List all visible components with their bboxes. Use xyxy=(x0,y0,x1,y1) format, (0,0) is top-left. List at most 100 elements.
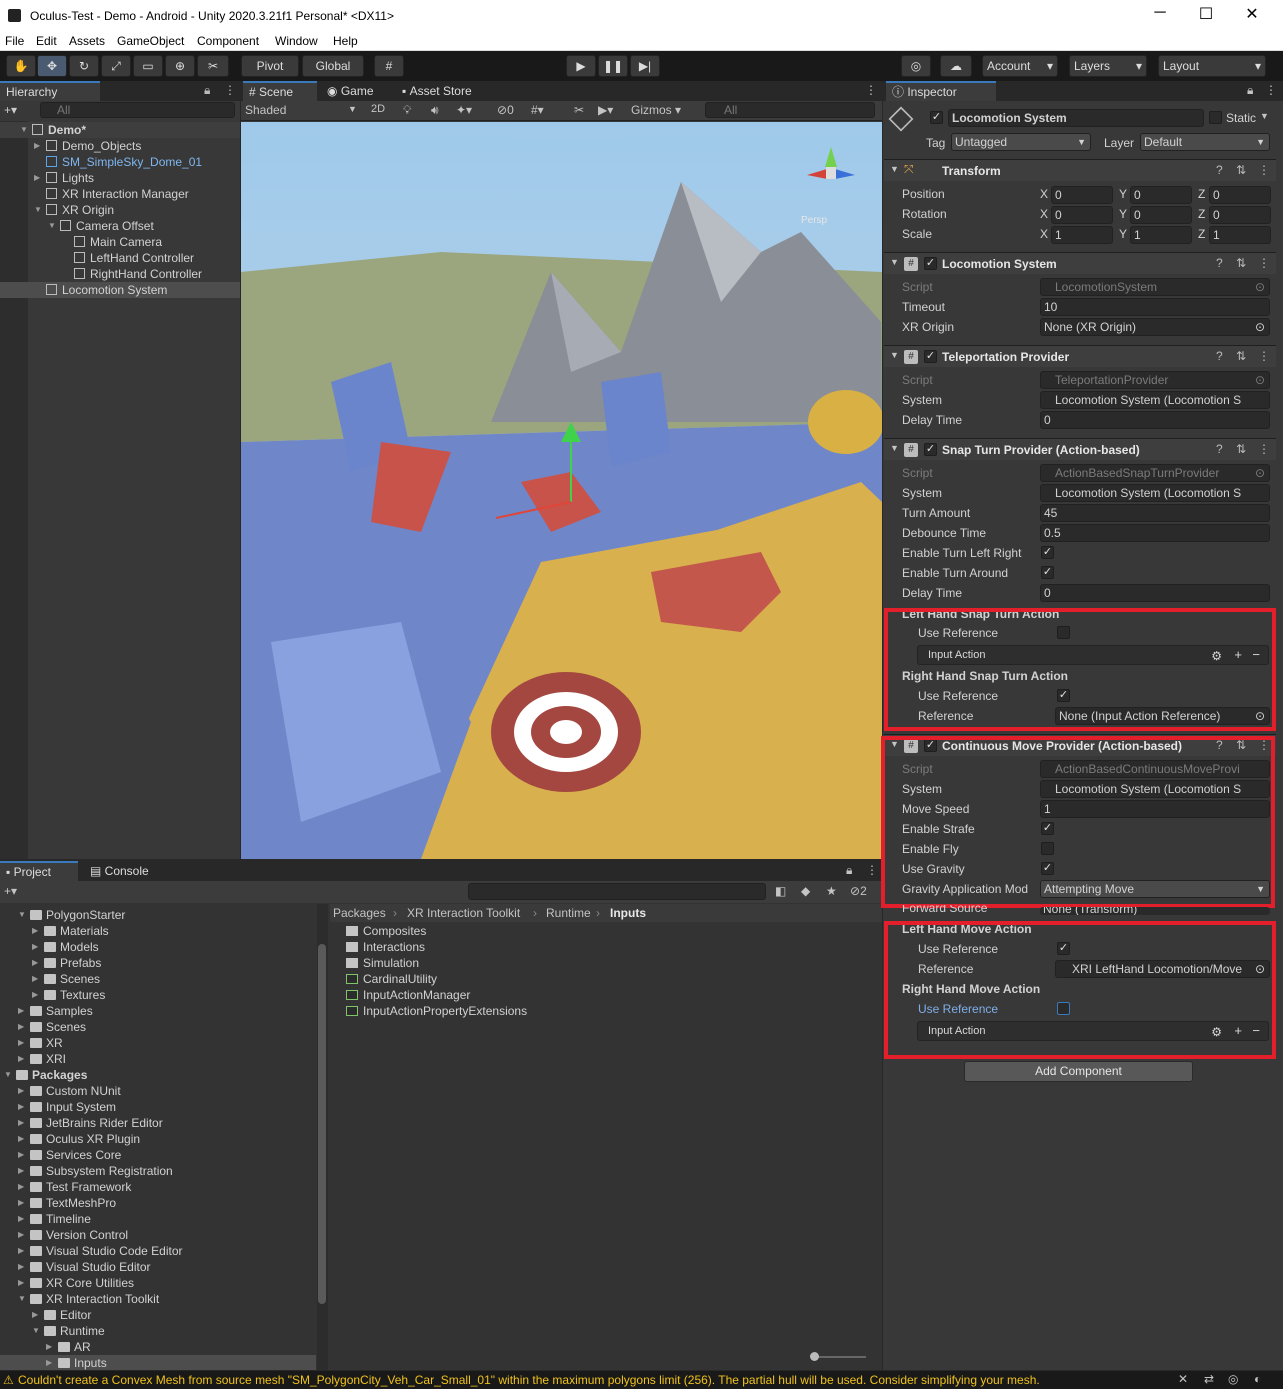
snap-turn-provider-header[interactable]: ▼ # ✓ Snap Turn Provider (Action-based) … xyxy=(884,438,1276,460)
project-tree-item[interactable]: ▶ XRI xyxy=(0,1051,316,1067)
hierarchy-item[interactable]: SM_SimpleSky_Dome_01 xyxy=(0,154,240,170)
y-value-input[interactable]: 1 xyxy=(1130,226,1192,244)
x-axis-label[interactable]: X xyxy=(1040,227,1048,241)
hierarchy-item[interactable]: ▶ Lights xyxy=(0,170,240,186)
enable-turn-lr-checkbox[interactable]: ✓ xyxy=(1041,546,1054,559)
chevron-down-icon[interactable]: ▼ xyxy=(1260,111,1269,121)
foldout-icon[interactable]: ▼ xyxy=(48,218,56,234)
add-component-button[interactable]: Add Component xyxy=(964,1061,1193,1082)
hand-tool-icon[interactable]: ✋ xyxy=(6,55,36,77)
lock-icon[interactable]: 🔒︎ xyxy=(204,83,210,98)
kebab-menu-icon[interactable]: ⋮ xyxy=(224,83,236,97)
project-tree-item[interactable]: ▶ Test Framework xyxy=(0,1179,316,1195)
help-icon[interactable]: ? xyxy=(1216,349,1223,363)
target-icon[interactable]: ◎ xyxy=(1228,1372,1238,1386)
tab-inspector[interactable]: ⓘ Inspector xyxy=(886,81,996,101)
project-tree-item[interactable]: ▶ Visual Studio Code Editor xyxy=(0,1243,316,1259)
hierarchy-item[interactable]: ▶ Demo_Objects xyxy=(0,138,240,154)
project-tree-item[interactable]: ▶ Oculus XR Plugin xyxy=(0,1131,316,1147)
grid-icon[interactable]: #▾ xyxy=(531,103,544,117)
x-axis-label[interactable]: X xyxy=(1040,187,1048,201)
hidden-packages-icon[interactable]: ⊘2 xyxy=(850,884,867,898)
kebab-menu-icon[interactable]: ⋮ xyxy=(1258,349,1270,363)
step-button[interactable]: ▶| xyxy=(630,55,660,77)
breadcrumb-item[interactable]: XR Interaction Toolkit xyxy=(407,906,520,920)
x-value-input[interactable]: 1 xyxy=(1051,226,1113,244)
menu-component[interactable]: Component xyxy=(197,34,259,48)
foldout-icon[interactable]: ▶ xyxy=(18,1131,24,1147)
foldout-icon[interactable]: ▶ xyxy=(46,1339,52,1355)
project-tree-item[interactable]: ▶ Visual Studio Editor xyxy=(0,1259,316,1275)
foldout-icon[interactable]: ▶ xyxy=(18,1083,24,1099)
tag-dropdown[interactable]: Untagged ▼ xyxy=(951,133,1091,151)
project-tree-item[interactable]: ▶ XR Core Utilities xyxy=(0,1275,316,1291)
foldout-icon[interactable]: ▼ xyxy=(890,443,899,453)
rotate-tool-icon[interactable]: ↻ xyxy=(69,55,99,77)
y-axis-label[interactable]: Y xyxy=(1119,187,1127,201)
bug-icon[interactable]: ✕ xyxy=(1178,1372,1188,1386)
foldout-icon[interactable]: ▼ xyxy=(18,907,26,923)
foldout-icon[interactable]: ▶ xyxy=(32,1307,38,1323)
scene-search-input[interactable]: All xyxy=(705,102,875,118)
project-tree-item[interactable]: ▶ Models xyxy=(0,939,316,955)
tab-console[interactable]: ▤ Console xyxy=(84,861,155,881)
zoom-slider[interactable] xyxy=(810,1352,866,1361)
help-icon[interactable]: ? xyxy=(1216,163,1223,177)
tab-project[interactable]: ▪ Project xyxy=(0,861,78,881)
tab-hierarchy[interactable]: Hierarchy xyxy=(0,81,100,101)
foldout-icon[interactable]: ▼ xyxy=(20,122,28,138)
project-tree-item[interactable]: ▶ TextMeshPro xyxy=(0,1195,316,1211)
grid-snap-icon[interactable]: # xyxy=(374,55,404,77)
system-field[interactable]: Locomotion System (Locomotion S xyxy=(1040,391,1270,409)
project-tree-item[interactable]: ▶ Materials xyxy=(0,923,316,939)
presets-icon[interactable]: ⇅ xyxy=(1236,163,1246,177)
hierarchy-item[interactable]: ▼ XR Origin xyxy=(0,202,240,218)
x-value-input[interactable]: 0 xyxy=(1051,186,1113,204)
enable-turn-around-checkbox[interactable]: ✓ xyxy=(1041,566,1054,579)
z-value-input[interactable]: 0 xyxy=(1209,186,1271,204)
scrollbar-thumb[interactable] xyxy=(318,944,326,1304)
presets-icon[interactable]: ⇅ xyxy=(1236,442,1246,456)
spinner-icon[interactable]: ◐ xyxy=(1254,1372,1261,1386)
help-icon[interactable]: ? xyxy=(1216,256,1223,270)
foldout-icon[interactable]: ▼ xyxy=(18,1291,26,1307)
foldout-icon[interactable]: ▼ xyxy=(32,1323,40,1339)
foldout-icon[interactable]: ▼ xyxy=(890,350,899,360)
delay-time-input[interactable]: 0 xyxy=(1040,584,1270,602)
account-dropdown[interactable]: Account ▾ xyxy=(982,55,1058,77)
layers-dropdown[interactable]: Layers ▾ xyxy=(1069,55,1147,77)
project-tree-item[interactable]: ▶ Services Core xyxy=(0,1147,316,1163)
foldout-icon[interactable]: ▶ xyxy=(46,1355,52,1370)
scale-tool-icon[interactable]: ⤢ xyxy=(101,55,131,77)
scene-viewport[interactable] xyxy=(241,122,882,859)
kebab-menu-icon[interactable]: ⋮ xyxy=(1258,163,1270,177)
project-tree-item[interactable]: ▶ AR xyxy=(0,1339,316,1355)
project-tree-item[interactable]: ▶ Editor xyxy=(0,1307,316,1323)
project-tree-item[interactable]: ▼ XR Interaction Toolkit xyxy=(0,1291,316,1307)
forward-source-field[interactable]: None (Transform) xyxy=(1040,907,1270,915)
foldout-icon[interactable]: ▶ xyxy=(18,1179,24,1195)
presets-icon[interactable]: ⇅ xyxy=(1236,256,1246,270)
menu-file[interactable]: File xyxy=(5,34,24,48)
kebab-menu-icon[interactable]: ⋮ xyxy=(865,83,877,97)
project-tree-item[interactable]: ▶ Custom NUnit xyxy=(0,1083,316,1099)
zoom-slider-thumb[interactable] xyxy=(810,1352,819,1361)
foldout-icon[interactable]: ▼ xyxy=(890,164,899,174)
hierarchy-item[interactable]: ▼ Camera Offset xyxy=(0,218,240,234)
foldout-icon[interactable]: ▶ xyxy=(18,1003,24,1019)
hierarchy-item[interactable]: Locomotion System xyxy=(0,282,240,298)
visibility-icon[interactable]: ⊘0 xyxy=(497,103,514,117)
z-value-input[interactable]: 0 xyxy=(1209,206,1271,224)
project-tree-item[interactable]: ▼ Runtime xyxy=(0,1323,316,1339)
y-axis-label[interactable]: Y xyxy=(1119,227,1127,241)
foldout-icon[interactable]: ▶ xyxy=(32,939,38,955)
y-value-input[interactable]: 0 xyxy=(1130,206,1192,224)
transform-tool-icon[interactable]: ⊕ xyxy=(165,55,195,77)
hierarchy-item[interactable]: Main Camera xyxy=(0,234,240,250)
hierarchy-search-input[interactable]: All xyxy=(40,102,235,118)
foldout-icon[interactable]: ▶ xyxy=(32,955,38,971)
layout-dropdown[interactable]: Layout ▾ xyxy=(1158,55,1266,77)
foldout-icon[interactable]: ▶ xyxy=(32,971,38,987)
label-icon[interactable]: ◆ xyxy=(801,884,810,898)
project-tree-item[interactable]: ▶ Subsystem Registration xyxy=(0,1163,316,1179)
